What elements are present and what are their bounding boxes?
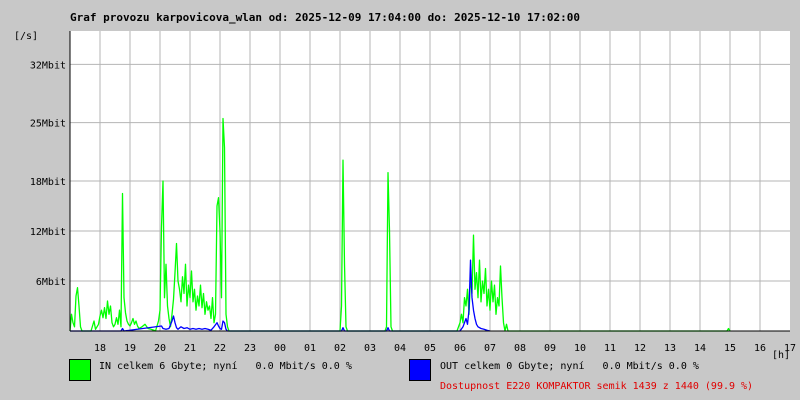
x-tick-label: 04 (394, 343, 406, 354)
y-tick-label: 25Mbit (30, 119, 66, 130)
legend-out-swatch (409, 359, 431, 381)
legend-in-label: IN celkem 6 Gbyte; nyní 0.0 Mbit/s 0.0 % (99, 361, 352, 372)
x-tick-label: 02 (334, 343, 346, 354)
x-tick-label: 22 (214, 343, 226, 354)
legend-in-swatch (69, 359, 91, 381)
traffic-plot: 18 19 20 21 22 23 00 01 02 03 04 05 06 07 08 09 10 11 12 13… (30, 31, 796, 354)
availability-text: Dostupnost E220 KOMPAKTOR semik 1439 z 1… (440, 381, 754, 392)
x-tick-label: 03 (364, 343, 376, 354)
y-tick-label: 12Mbit (30, 227, 66, 238)
x-tick-label: 17 (784, 343, 796, 354)
x-tick-label: 20 (154, 343, 166, 354)
x-tick-label: 12 (634, 343, 646, 354)
y-tick-label: 32Mbit (30, 60, 66, 71)
x-tick-label: 05 (424, 343, 436, 354)
x-tick-label: 09 (544, 343, 556, 354)
x-tick-label: 10 (574, 343, 586, 354)
x-tick-label: 19 (124, 343, 136, 354)
x-tick-label: 15 (724, 343, 736, 354)
x-tick-label: 16 (754, 343, 766, 354)
x-tick-label: 21 (184, 343, 196, 354)
x-tick-label: 14 (694, 343, 706, 354)
y-tick-label: 18Mbit (30, 177, 66, 188)
x-tick-label: 00 (274, 343, 286, 354)
x-tick-label: 13 (664, 343, 676, 354)
x-tick-label: 11 (604, 343, 616, 354)
x-tick-label: 01 (304, 343, 316, 354)
x-tick-label: 23 (244, 343, 256, 354)
x-tick-label: 07 (484, 343, 496, 354)
x-tick-label: 08 (514, 343, 526, 354)
y-tick-label: 6Mbit (36, 277, 66, 288)
x-tick-label: 06 (454, 343, 466, 354)
chart-window: Graf provozu karpovicova_wlan od: 2025-1… (0, 0, 800, 400)
x-tick-label: 18 (94, 343, 106, 354)
legend-out-label: OUT celkem 0 Gbyte; nyní 0.0 Mbit/s 0.0 … (440, 361, 699, 372)
